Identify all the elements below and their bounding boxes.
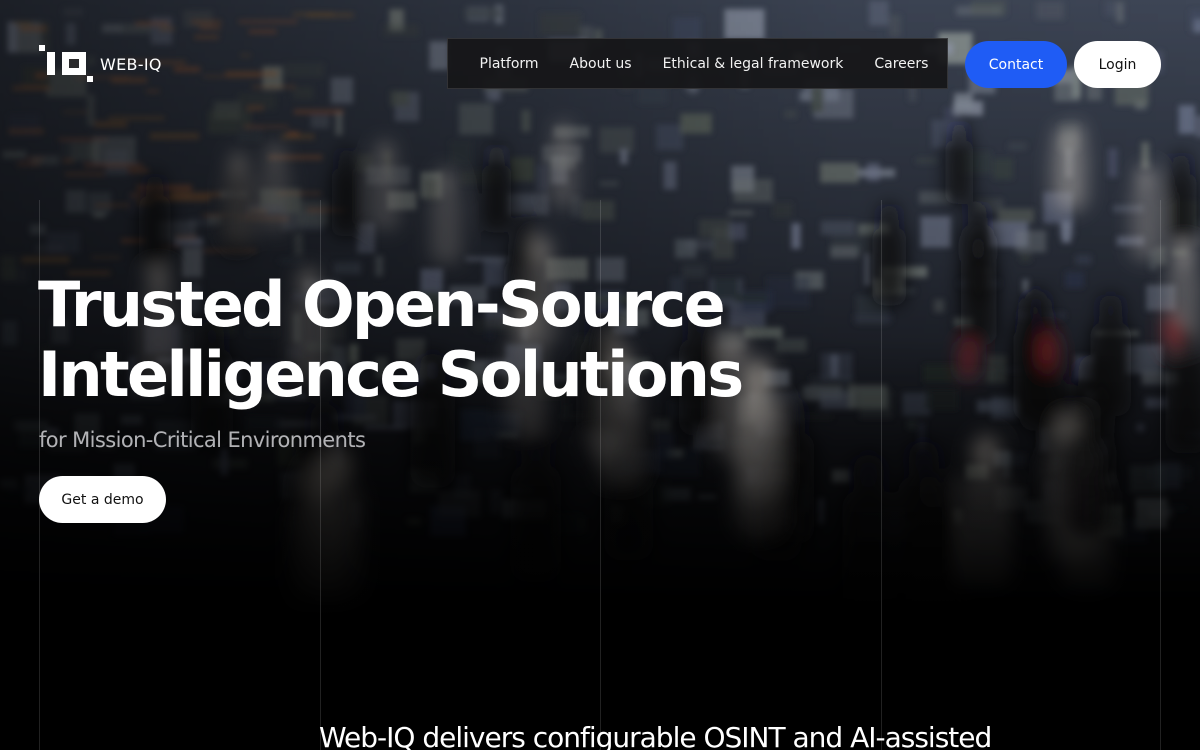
hero-subtitle: for Mission-Critical Environments [39,428,366,452]
login-button[interactable]: Login [1074,41,1161,88]
grid-line [881,200,882,750]
main-navigation: Platform About us Ethical & legal framew… [447,38,948,89]
hero-title: Trusted Open-Source Intelligence Solutio… [38,270,758,410]
nav-item-about-us[interactable]: About us [554,56,647,72]
nav-item-ethical-legal-framework[interactable]: Ethical & legal framework [647,56,859,72]
iq-logo-icon [39,45,95,83]
intro-heading: Web-IQ delivers configurable OSINT and A… [319,721,992,750]
contact-button[interactable]: Contact [965,41,1067,88]
nav-item-careers[interactable]: Careers [859,56,944,72]
brand-logo[interactable]: WEB-IQ [39,45,162,83]
nav-item-platform[interactable]: Platform [464,56,554,72]
hero-title-line: Intelligence Solutions [38,338,744,411]
grid-line [1160,200,1161,750]
get-a-demo-button[interactable]: Get a demo [39,476,166,523]
brand-name: WEB-IQ [100,54,162,74]
hero-title-line: Trusted Open-Source [38,268,726,341]
